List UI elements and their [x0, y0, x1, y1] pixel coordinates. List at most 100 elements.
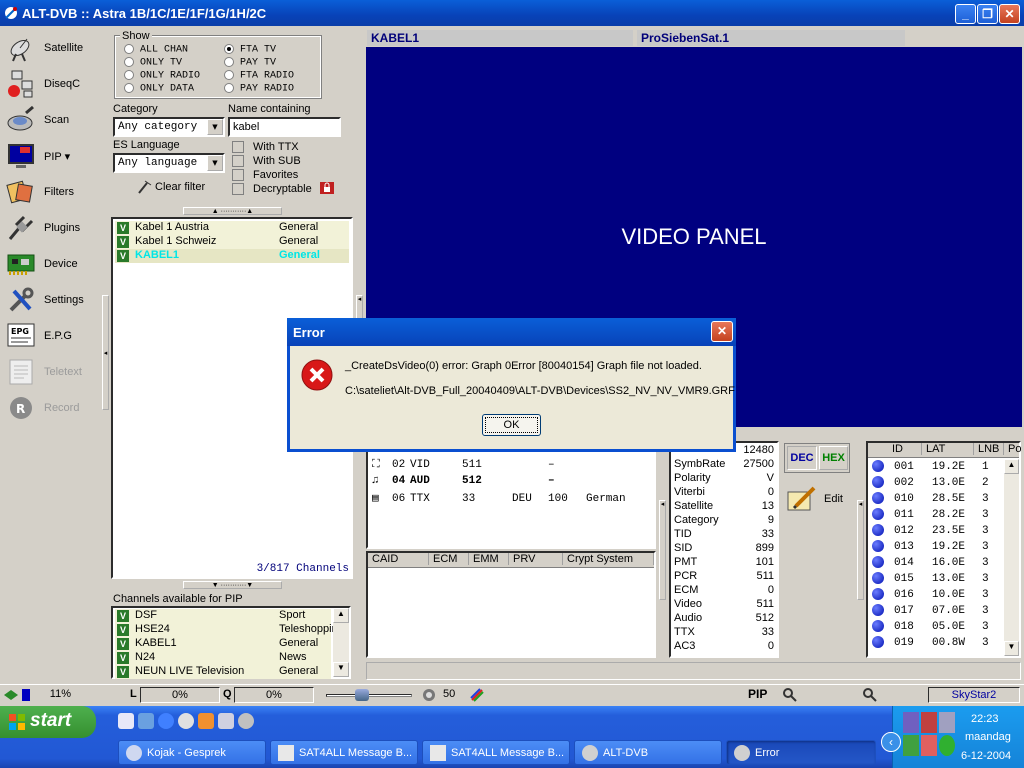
stream-splitter-handle[interactable]: ◂ [659, 500, 666, 600]
radio-all-chan[interactable]: ALL CHAN [124, 44, 188, 56]
tray-icon[interactable] [903, 712, 919, 733]
table-row[interactable]: 010 28.5E 3 [872, 492, 989, 505]
maximize-button[interactable]: ❐ [977, 4, 998, 24]
table-row[interactable]: 016 10.0E 3 [872, 588, 989, 601]
table-row[interactable]: 001 19.2E 1 [872, 460, 989, 473]
radio-pay-radio[interactable]: PAY RADIO [224, 83, 294, 95]
column-header[interactable]: CAID [368, 553, 429, 565]
table-row[interactable]: 015 13.0E 3 [872, 572, 989, 585]
toolbar-diseqc[interactable]: DiseqC [4, 67, 96, 101]
task-alt-dvb[interactable]: ALT-DVB [574, 740, 722, 765]
table-row[interactable]: ⛶ 02 VID 511 – [372, 459, 586, 471]
task-error[interactable]: Error [726, 740, 876, 765]
column-header[interactable]: ECM [429, 553, 469, 565]
table-row[interactable]: ♫ 04 AUD 512 – [372, 475, 586, 487]
task-sat4all-1[interactable]: SAT4ALL Message B... [270, 740, 418, 765]
start-button[interactable]: start [0, 706, 96, 738]
column-header[interactable]: LNB [974, 443, 1004, 455]
volume-slider-thumb[interactable] [355, 689, 370, 701]
favorites-checkbox[interactable] [232, 169, 244, 181]
column-header[interactable]: EMM [469, 553, 509, 565]
task-sat4all-2[interactable]: SAT4ALL Message B... [422, 740, 570, 765]
column-header[interactable]: PRV [509, 553, 563, 565]
toolbar-epg[interactable]: EPG E.P.G [4, 319, 96, 353]
column-header[interactable]: Crypt System [563, 553, 654, 565]
dec-button[interactable]: DEC [787, 446, 817, 470]
toolbar-filters[interactable]: Filters [4, 175, 96, 209]
toolbar-pip[interactable]: PIP ▾ [4, 139, 96, 173]
with-sub-checkbox[interactable] [232, 155, 244, 167]
minimize-button[interactable]: _ [955, 4, 976, 24]
table-row[interactable]: ▤ 06 TTX 33 DEU 100 German [372, 491, 626, 505]
list-item[interactable]: V KABEL1 General [115, 637, 331, 651]
clear-filter-button[interactable]: Clear filter [137, 180, 205, 194]
ie-icon[interactable] [158, 713, 174, 729]
tray-icon[interactable] [939, 712, 955, 733]
radio-only-data[interactable]: ONLY DATA [124, 83, 194, 95]
close-button[interactable]: ✕ [999, 4, 1020, 24]
magnifier-icon[interactable] [782, 687, 798, 703]
table-row[interactable]: 019 00.8W 3 [872, 636, 989, 649]
list-item[interactable]: V NEUN LIVE Television General [115, 665, 331, 679]
scroll-down-icon[interactable]: ▼ [333, 662, 349, 677]
clock-time[interactable]: 22:23 [971, 713, 999, 725]
tray-icon[interactable] [921, 712, 937, 733]
table-row[interactable]: 017 07.0E 3 [872, 604, 989, 617]
quick-launch-icon[interactable] [138, 713, 154, 729]
quick-launch-icon[interactable] [198, 713, 214, 729]
radio-only-tv[interactable]: ONLY TV [124, 57, 182, 69]
list-item[interactable]: V N24 News [115, 651, 331, 665]
magnifier-icon[interactable] [862, 687, 878, 703]
window-title-bar[interactable]: ALT-DVB :: Astra 1B/1C/1E/1F/1G/1H/2C [0, 0, 1024, 26]
toolbar-satellite[interactable]: Satellite [4, 31, 96, 65]
satellite-app-icon[interactable] [238, 713, 254, 729]
with-ttx-checkbox[interactable] [232, 141, 244, 153]
scroll-down-icon[interactable]: ▼ [1004, 641, 1019, 656]
scroll-up-icon[interactable]: ▲ [1004, 459, 1019, 474]
list-item[interactable]: V Kabel 1 Austria General [115, 221, 349, 235]
edit-button[interactable]: Edit [786, 484, 843, 514]
radio-fta-tv[interactable]: FTA TV [224, 44, 276, 56]
toolbar-plugins[interactable]: Plugins [4, 211, 96, 245]
quick-launch-icon[interactable] [218, 713, 234, 729]
left-splitter-handle[interactable]: ◂ [102, 295, 109, 410]
table-row[interactable]: 002 13.0E 2 [872, 476, 989, 489]
category-select[interactable]: Any category ▼ [113, 117, 225, 137]
decryptable-checkbox[interactable] [232, 183, 244, 195]
chevron-left-icon[interactable]: ‹ [881, 732, 901, 752]
tray-icon[interactable] [921, 735, 937, 756]
close-icon[interactable]: ✕ [711, 321, 733, 342]
toolbar-record[interactable]: R Record [4, 391, 96, 425]
media-player-icon[interactable] [178, 713, 194, 729]
splitter-handle[interactable]: ▼ ···········▼ [183, 581, 282, 589]
list-item[interactable]: V Kabel 1 Schweiz General [115, 235, 349, 249]
column-header[interactable]: ID [888, 443, 922, 455]
column-header[interactable]: Po [1004, 443, 1021, 455]
toolbar-teletext[interactable]: Teletext [4, 355, 96, 389]
es-language-select[interactable]: Any language ▼ [113, 153, 225, 173]
column-header[interactable]: LAT [922, 443, 974, 455]
table-row[interactable]: 018 05.0E 3 [872, 620, 989, 633]
list-item[interactable]: V HSE24 Teleshoppin [115, 623, 338, 637]
table-row[interactable]: 012 23.5E 3 [872, 524, 989, 537]
radio-fta-radio[interactable]: FTA RADIO [224, 70, 294, 82]
list-item[interactable]: V DSF Sport [115, 609, 331, 623]
table-row[interactable]: 013 19.2E 3 [872, 540, 989, 553]
name-search-input[interactable]: kabel [228, 117, 341, 137]
sat-list-scrollbar[interactable]: ▲ ▼ [1004, 459, 1019, 656]
pip-list-scrollbar[interactable]: ▲ ▼ [333, 608, 349, 677]
toolbar-device[interactable]: Device [4, 247, 96, 281]
rainbow-color-icon[interactable] [470, 688, 484, 702]
hex-button[interactable]: HEX [819, 446, 848, 470]
toolbar-scan[interactable]: Scan [4, 103, 96, 137]
error-dialog-title-bar[interactable]: Error ✕ [287, 318, 736, 346]
task-kojak[interactable]: Kojak - Gesprek [118, 740, 266, 765]
radio-pay-tv[interactable]: PAY TV [224, 57, 276, 69]
table-row[interactable]: 014 16.0E 3 [872, 556, 989, 569]
tray-icon[interactable] [903, 735, 919, 756]
scroll-up-icon[interactable]: ▲ [333, 608, 349, 623]
tray-icon[interactable] [939, 735, 955, 756]
radio-only-radio[interactable]: ONLY RADIO [124, 70, 200, 82]
ok-button[interactable]: OK [482, 414, 541, 436]
sat-splitter-handle[interactable]: ◂ [857, 500, 864, 600]
